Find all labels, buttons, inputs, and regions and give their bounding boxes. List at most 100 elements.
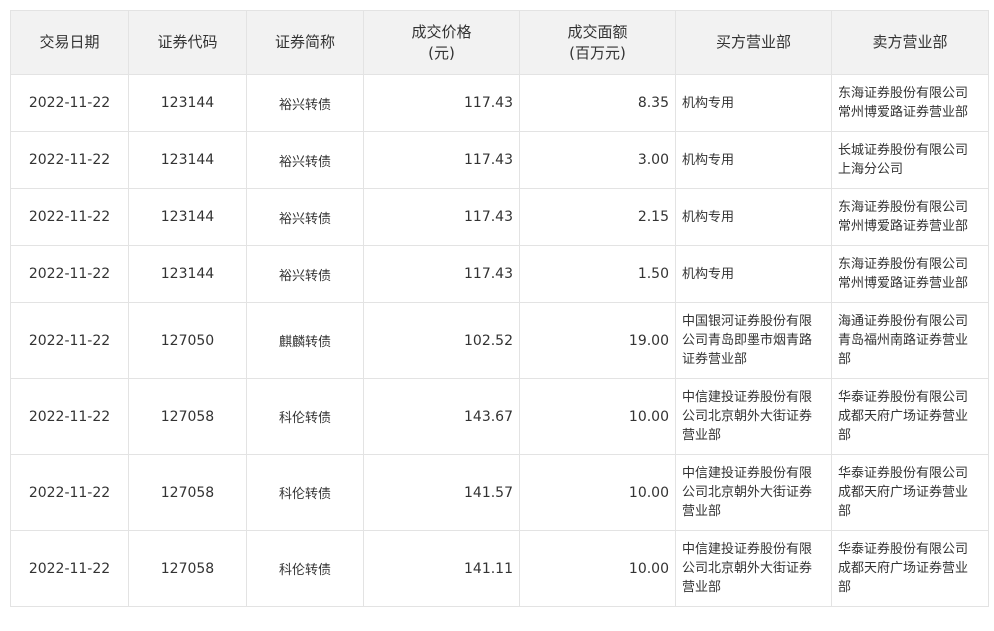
header-price: 成交价格 (元)	[363, 10, 520, 75]
cell-seller-dept-line: 部	[838, 580, 852, 595]
table-row: 2022-11-22 123144 裕兴转债 117.43 8.35 机构专用 东海证券股份…	[10, 74, 989, 132]
cell-security-code: 127050	[128, 302, 247, 379]
cell-price: 143.67	[363, 378, 520, 455]
header-amount-unit: (百万元)	[569, 43, 626, 62]
cell-seller-dept-line: 部	[838, 352, 852, 367]
cell-buyer-dept-line: 中信建投证券股份有限	[682, 542, 813, 557]
cell-buyer-dept: 机构专用	[675, 74, 832, 132]
cell-price: 141.57	[363, 454, 520, 531]
cell-price: 117.43	[363, 131, 520, 189]
cell-seller-dept: 东海证券股份有限公司 常州博爱路证券营业部	[831, 74, 989, 132]
cell-trade-date: 2022-11-22	[10, 454, 129, 531]
cell-buyer-dept-line: 机构专用	[682, 209, 735, 225]
cell-seller-dept-line: 华泰证券股份有限公司	[838, 390, 969, 405]
cell-trade-date: 2022-11-22	[10, 245, 129, 303]
header-security-code: 证券代码	[128, 10, 247, 75]
cell-security-code: 123144	[128, 131, 247, 189]
cell-security-name: 裕兴转债	[246, 74, 364, 132]
cell-buyer-dept-line: 证券营业部	[682, 352, 748, 367]
cell-seller-dept: 东海证券股份有限公司 常州博爱路证券营业部	[831, 188, 989, 246]
cell-buyer-dept-line: 营业部	[682, 504, 722, 519]
cell-seller-dept-line: 部	[838, 428, 852, 443]
cell-security-name: 科伦转债	[246, 530, 364, 607]
cell-amount: 10.00	[519, 378, 676, 455]
table-row: 2022-11-22 123144 裕兴转债 117.43 2.15 机构专用 东海证券股份…	[10, 188, 989, 246]
cell-seller-dept: 海通证券股份有限公司 青岛福州南路证券营业部	[831, 302, 989, 379]
cell-buyer-dept-line: 营业部	[682, 428, 722, 443]
cell-amount: 10.00	[519, 454, 676, 531]
cell-security-code: 123144	[128, 74, 247, 132]
cell-price: 117.43	[363, 188, 520, 246]
trade-table-container: 交易日期 证券代码 证券简称 成交价格 (元) 成交面额 (百万元) 买方营业部…	[10, 10, 989, 607]
header-row: 交易日期 证券代码 证券简称 成交价格 (元) 成交面额 (百万元) 买方营业部…	[10, 10, 989, 75]
cell-seller-dept-line: 华泰证券股份有限公司	[838, 466, 969, 481]
header-amount: 成交面额 (百万元)	[519, 10, 676, 75]
cell-seller-dept-line: 青岛福州南路证券营业	[838, 333, 969, 348]
table-row: 2022-11-22 127058 科伦转债 143.67 10.00 中信建投证券股份有…	[10, 378, 989, 455]
cell-trade-date: 2022-11-22	[10, 530, 129, 607]
cell-trade-date: 2022-11-22	[10, 378, 129, 455]
cell-security-name: 科伦转债	[246, 454, 364, 531]
cell-amount: 3.00	[519, 131, 676, 189]
cell-seller-dept: 华泰证券股份有限公司 成都天府广场证券营业部	[831, 454, 989, 531]
cell-buyer-dept-line: 机构专用	[682, 152, 735, 168]
cell-trade-date: 2022-11-22	[10, 74, 129, 132]
cell-buyer-dept-line: 公司北京朝外大街证券	[682, 485, 813, 500]
cell-seller-dept-line: 上海分公司	[838, 162, 904, 177]
cell-amount: 2.15	[519, 188, 676, 246]
cell-buyer-dept-line: 营业部	[682, 580, 722, 595]
table-row: 2022-11-22 127058 科伦转债 141.57 10.00 中信建投证券股份有…	[10, 454, 989, 531]
cell-buyer-dept: 中信建投证券股份有限 公司北京朝外大街证券 营业部	[675, 454, 832, 531]
cell-seller-dept-line: 常州博爱路证券营业部	[838, 276, 969, 291]
cell-buyer-dept: 机构专用	[675, 188, 832, 246]
cell-buyer-dept-line: 机构专用	[682, 266, 735, 282]
cell-seller-dept-line: 常州博爱路证券营业部	[838, 219, 969, 234]
cell-amount: 10.00	[519, 530, 676, 607]
cell-buyer-dept-line: 公司北京朝外大街证券	[682, 409, 813, 424]
cell-buyer-dept-line: 公司北京朝外大街证券	[682, 561, 813, 576]
header-price-unit: (元)	[428, 43, 455, 62]
cell-seller-dept-line: 海通证券股份有限公司	[838, 314, 969, 329]
cell-buyer-dept-line: 公司青岛即墨市烟青路	[682, 333, 813, 348]
header-amount-label: 成交面额	[567, 22, 628, 41]
cell-seller-dept: 华泰证券股份有限公司 成都天府广场证券营业部	[831, 530, 989, 607]
cell-security-name: 裕兴转债	[246, 188, 364, 246]
cell-seller-dept-line: 成都天府广场证券营业	[838, 409, 969, 424]
cell-security-name: 裕兴转债	[246, 131, 364, 189]
table-header: 交易日期 证券代码 证券简称 成交价格 (元) 成交面额 (百万元) 买方营业部…	[10, 10, 989, 75]
cell-amount: 1.50	[519, 245, 676, 303]
cell-security-name: 麒麟转债	[246, 302, 364, 379]
cell-seller-dept: 东海证券股份有限公司 常州博爱路证券营业部	[831, 245, 989, 303]
cell-buyer-dept-line: 中国银河证券股份有限	[682, 314, 813, 329]
cell-price: 117.43	[363, 74, 520, 132]
cell-seller-dept-line: 华泰证券股份有限公司	[838, 542, 969, 557]
cell-price: 102.52	[363, 302, 520, 379]
cell-seller-dept: 华泰证券股份有限公司 成都天府广场证券营业部	[831, 378, 989, 455]
cell-seller-dept-line: 成都天府广场证券营业	[838, 561, 969, 576]
header-trade-date: 交易日期	[10, 10, 129, 75]
cell-buyer-dept: 机构专用	[675, 131, 832, 189]
cell-amount: 19.00	[519, 302, 676, 379]
cell-buyer-dept: 中国银河证券股份有限 公司青岛即墨市烟青路 证券营业部	[675, 302, 832, 379]
trade-table: 交易日期 证券代码 证券简称 成交价格 (元) 成交面额 (百万元) 买方营业部…	[10, 10, 989, 607]
cell-security-name: 裕兴转债	[246, 245, 364, 303]
cell-price: 117.43	[363, 245, 520, 303]
cell-seller-dept-line: 常州博爱路证券营业部	[838, 105, 969, 120]
cell-seller-dept: 长城证券股份有限公司 上海分公司	[831, 131, 989, 189]
cell-trade-date: 2022-11-22	[10, 188, 129, 246]
header-security-name: 证券简称	[246, 10, 364, 75]
cell-amount: 8.35	[519, 74, 676, 132]
table-row: 2022-11-22 127050 麒麟转债 102.52 19.00 中国银河证券股份有…	[10, 302, 989, 379]
cell-security-name: 科伦转债	[246, 378, 364, 455]
cell-trade-date: 2022-11-22	[10, 131, 129, 189]
cell-security-code: 123144	[128, 245, 247, 303]
cell-seller-dept-line: 东海证券股份有限公司	[838, 200, 969, 215]
cell-buyer-dept: 中信建投证券股份有限 公司北京朝外大街证券 营业部	[675, 530, 832, 607]
header-seller-dept: 卖方营业部	[831, 10, 989, 75]
table-body: 2022-11-22 123144 裕兴转债 117.43 8.35 机构专用 东海证券股份…	[10, 74, 989, 607]
cell-seller-dept-line: 成都天府广场证券营业	[838, 485, 969, 500]
cell-seller-dept-line: 东海证券股份有限公司	[838, 86, 969, 101]
cell-security-code: 123144	[128, 188, 247, 246]
table-row: 2022-11-22 127058 科伦转债 141.11 10.00 中信建投证券股份有…	[10, 530, 989, 607]
cell-security-code: 127058	[128, 530, 247, 607]
